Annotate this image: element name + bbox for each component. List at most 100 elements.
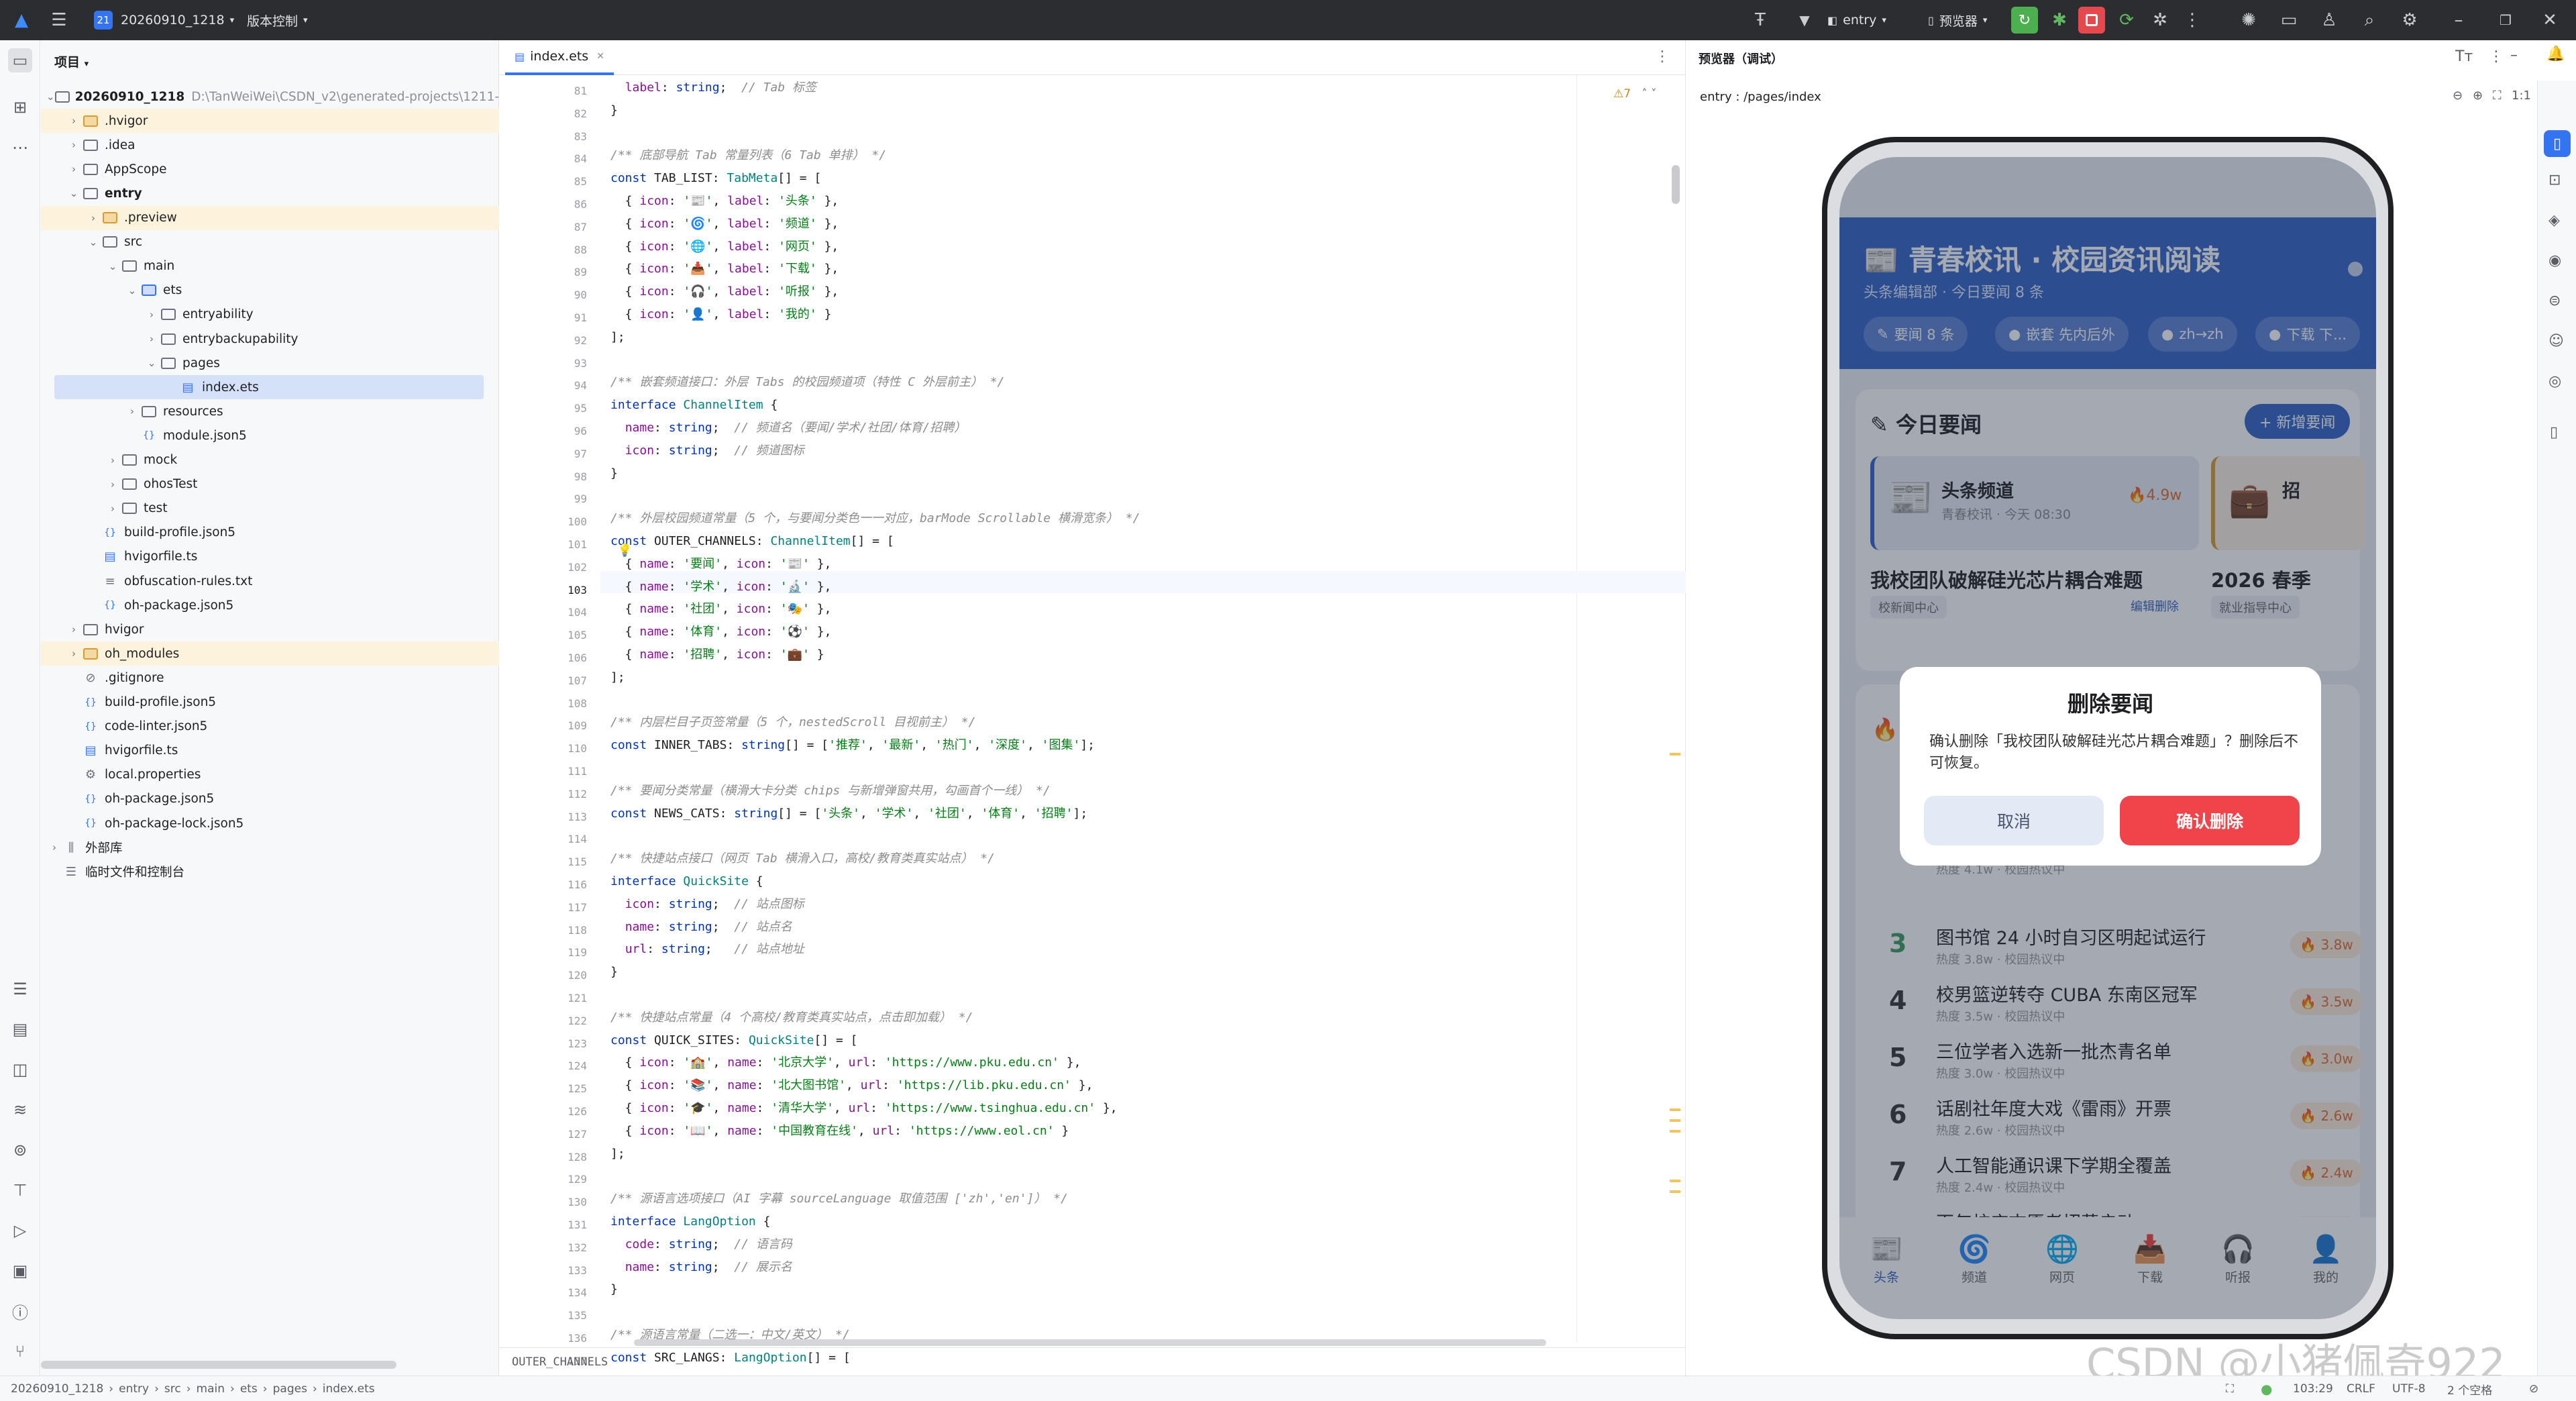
code-line[interactable]: { icon: '🎓', name: '清华大学', url: 'https:/…	[610, 1097, 1118, 1119]
code-line[interactable]: name: string; // 站点名	[610, 916, 792, 938]
terminal-icon[interactable]: ▣	[8, 1259, 32, 1283]
more-tools-icon[interactable]: ⋯	[8, 136, 32, 160]
cursor-position[interactable]: 103:29	[2293, 1376, 2333, 1401]
minimize-icon[interactable]: –	[2510, 47, 2518, 64]
code-line[interactable]: code: string; // 语言码	[610, 1233, 792, 1255]
tree-item[interactable]: › entrybackupability	[41, 327, 499, 351]
zoom-out-icon[interactable]: ⊖	[2453, 89, 2463, 103]
profiler-icon[interactable]: ◫	[8, 1057, 32, 1082]
cancel-button[interactable]: 取消	[1924, 796, 2104, 845]
code-line[interactable]: }	[610, 99, 618, 121]
code-line[interactable]: name: string; // 频道名（要闻/学术/社团/体育/招聘）	[610, 417, 966, 439]
chevron-right-icon[interactable]: ›	[105, 478, 121, 490]
settings-gear-icon[interactable]: ✺	[2235, 0, 2262, 40]
tree-item[interactable]: › test	[41, 497, 499, 521]
log-icon[interactable]: ▤	[8, 1017, 32, 1041]
close-tab-icon[interactable]: ✕	[596, 51, 604, 62]
rerun-button[interactable]: ↻	[2011, 7, 2038, 34]
tree-item[interactable]: › ohosTest	[41, 472, 499, 497]
project-switcher[interactable]: 21 20260910_1218 ▾	[87, 0, 241, 40]
readonly-toggle-icon[interactable]: ⊘	[2529, 1376, 2538, 1401]
warning-mark[interactable]	[1670, 1190, 1680, 1193]
tree-item[interactable]: › oh_modules	[41, 641, 499, 666]
code-line[interactable]: /** 要闻分类常量（横滑大卡分类 chips 与新增弹窗共用，勾画首个一线） …	[610, 780, 1051, 802]
tree-item[interactable]: ⌄ entry	[41, 181, 499, 205]
tree-item[interactable]: {} build-profile.json5	[41, 521, 499, 545]
ratio-icon[interactable]: 1:1	[2512, 89, 2531, 103]
close-icon[interactable]: ✕	[2533, 0, 2567, 40]
code-line[interactable]: }	[610, 961, 618, 983]
code-line[interactable]: const TAB_LIST: TabMeta[] = [	[610, 167, 821, 189]
folder-icon[interactable]: ▭	[2275, 0, 2302, 40]
code-line[interactable]: ];	[610, 326, 625, 348]
code-line[interactable]: url: string; // 站点地址	[610, 938, 804, 960]
gear-icon[interactable]: ⚙	[2396, 0, 2423, 40]
code-line[interactable]: { icon: '📚', name: '北大图书馆', url: 'https:…	[610, 1074, 1093, 1096]
chevron-right-icon[interactable]: ›	[124, 405, 140, 417]
warning-mark[interactable]	[1670, 1130, 1680, 1133]
breadcrumb-item[interactable]: main	[197, 1382, 225, 1396]
code-line[interactable]: /** 底部导航 Tab 常量列表（6 Tab 单排） */	[610, 144, 886, 166]
tree-item[interactable]: › .hvigor	[41, 109, 499, 134]
notifications-icon[interactable]: 🔔	[2546, 46, 2565, 62]
code-line[interactable]: }	[610, 1278, 618, 1300]
tree-item[interactable]: › mock	[41, 448, 499, 472]
signal-icon[interactable]: ≋	[8, 1098, 32, 1122]
warning-mark[interactable]	[1670, 1180, 1680, 1182]
tree-item[interactable]: ⌄ pages	[41, 351, 499, 375]
code-line[interactable]: /** 嵌套频道接口：外层 Tabs 的校园频道项（特性 C 外层前主） */	[610, 371, 1004, 393]
code-line[interactable]: interface QuickSite {	[610, 870, 763, 892]
editor-breadcrumb[interactable]: OUTER_CHANNELS	[500, 1347, 1686, 1376]
code-line[interactable]: /** 快捷站点接口（网页 Tab 横滑入口，高校/教育类真实站点） */	[610, 847, 995, 870]
problems-icon[interactable]: ⓘ	[8, 1299, 32, 1323]
bug-icon[interactable]: ✲	[2147, 0, 2174, 40]
status-ok-icon[interactable]: ●	[2261, 1376, 2272, 1401]
breadcrumb-item[interactable]: pages	[273, 1382, 307, 1396]
indent-setting[interactable]: 2 个空格	[2447, 1376, 2492, 1401]
code-line[interactable]: icon: string; // 站点图标	[610, 893, 804, 915]
robot-icon[interactable]: ☺	[2548, 333, 2564, 350]
run-config-select[interactable]: ◧ entry ▾	[1822, 0, 1892, 40]
code-line[interactable]: { name: '招聘', icon: '💼' }	[610, 643, 824, 666]
breadcrumb-item[interactable]: ets	[240, 1382, 258, 1396]
chevron-right-icon[interactable]: ›	[66, 623, 82, 635]
tree-item[interactable]: {} oh-package.json5	[41, 787, 499, 811]
run-icon[interactable]: ▷	[8, 1218, 32, 1243]
horizontal-scrollbar[interactable]	[41, 1361, 396, 1369]
tree-item[interactable]: › .preview	[41, 205, 499, 230]
fit-icon[interactable]: ⛶	[2493, 89, 2502, 103]
code-line[interactable]: ];	[610, 666, 625, 688]
code-line[interactable]: interface LangOption {	[610, 1210, 770, 1233]
tree-item[interactable]: ⌄ src	[41, 230, 499, 254]
minimize-icon[interactable]: –	[2442, 0, 2475, 40]
editor-tab-index-ets[interactable]: ▤ index.ets ✕	[505, 40, 614, 75]
tree-item[interactable]: › hvigor	[41, 617, 499, 641]
line-separator[interactable]: CRLF	[2347, 1376, 2375, 1401]
services-icon[interactable]: ⊚	[8, 1138, 32, 1162]
warnings-indicator[interactable]: ⚠7 ˄ ˅	[1613, 87, 1656, 101]
chevron-down-icon[interactable]: ⌄	[46, 91, 55, 103]
warning-mark[interactable]	[1670, 1119, 1680, 1122]
tree-item[interactable]: {} oh-package.json5	[41, 593, 499, 617]
tree-item[interactable]: › .idea	[41, 133, 499, 157]
code-line[interactable]: { name: '学术', icon: '🔬' },	[610, 576, 832, 598]
eye-icon[interactable]: ◎	[2548, 373, 2561, 390]
hammer-icon[interactable]: ▼	[1792, 0, 1817, 40]
code-line[interactable]: { name: '要闻', icon: '📰' },	[610, 553, 832, 575]
tree-item[interactable]: › AppScope	[41, 157, 499, 181]
main-menu-icon[interactable]: ☰	[47, 0, 71, 40]
tree-item[interactable]: ▤ hvigorfile.ts	[41, 739, 499, 763]
chevron-down-icon[interactable]: ⌄	[144, 357, 160, 369]
more-icon[interactable]: ⋮	[2180, 0, 2204, 40]
tree-item[interactable]: ≡ obfuscation-rules.txt	[41, 569, 499, 593]
chevron-right-icon[interactable]: ›	[144, 309, 160, 321]
chevron-right-icon[interactable]: ›	[46, 841, 62, 853]
git-icon[interactable]: ⑂	[8, 1339, 32, 1363]
database-icon[interactable]: ⊜	[2548, 293, 2561, 309]
tree-item[interactable]: ▤ index.ets	[54, 375, 484, 400]
chevron-right-icon[interactable]: ›	[105, 454, 121, 466]
confirm-delete-button[interactable]: 确认删除	[2120, 796, 2300, 845]
code-line[interactable]: const INNER_TABS: string[] = ['推荐', '最新'…	[610, 734, 1095, 756]
code-line[interactable]: { icon: '📰', label: '头条' },	[610, 190, 839, 212]
chevron-right-icon[interactable]: ›	[66, 115, 82, 127]
